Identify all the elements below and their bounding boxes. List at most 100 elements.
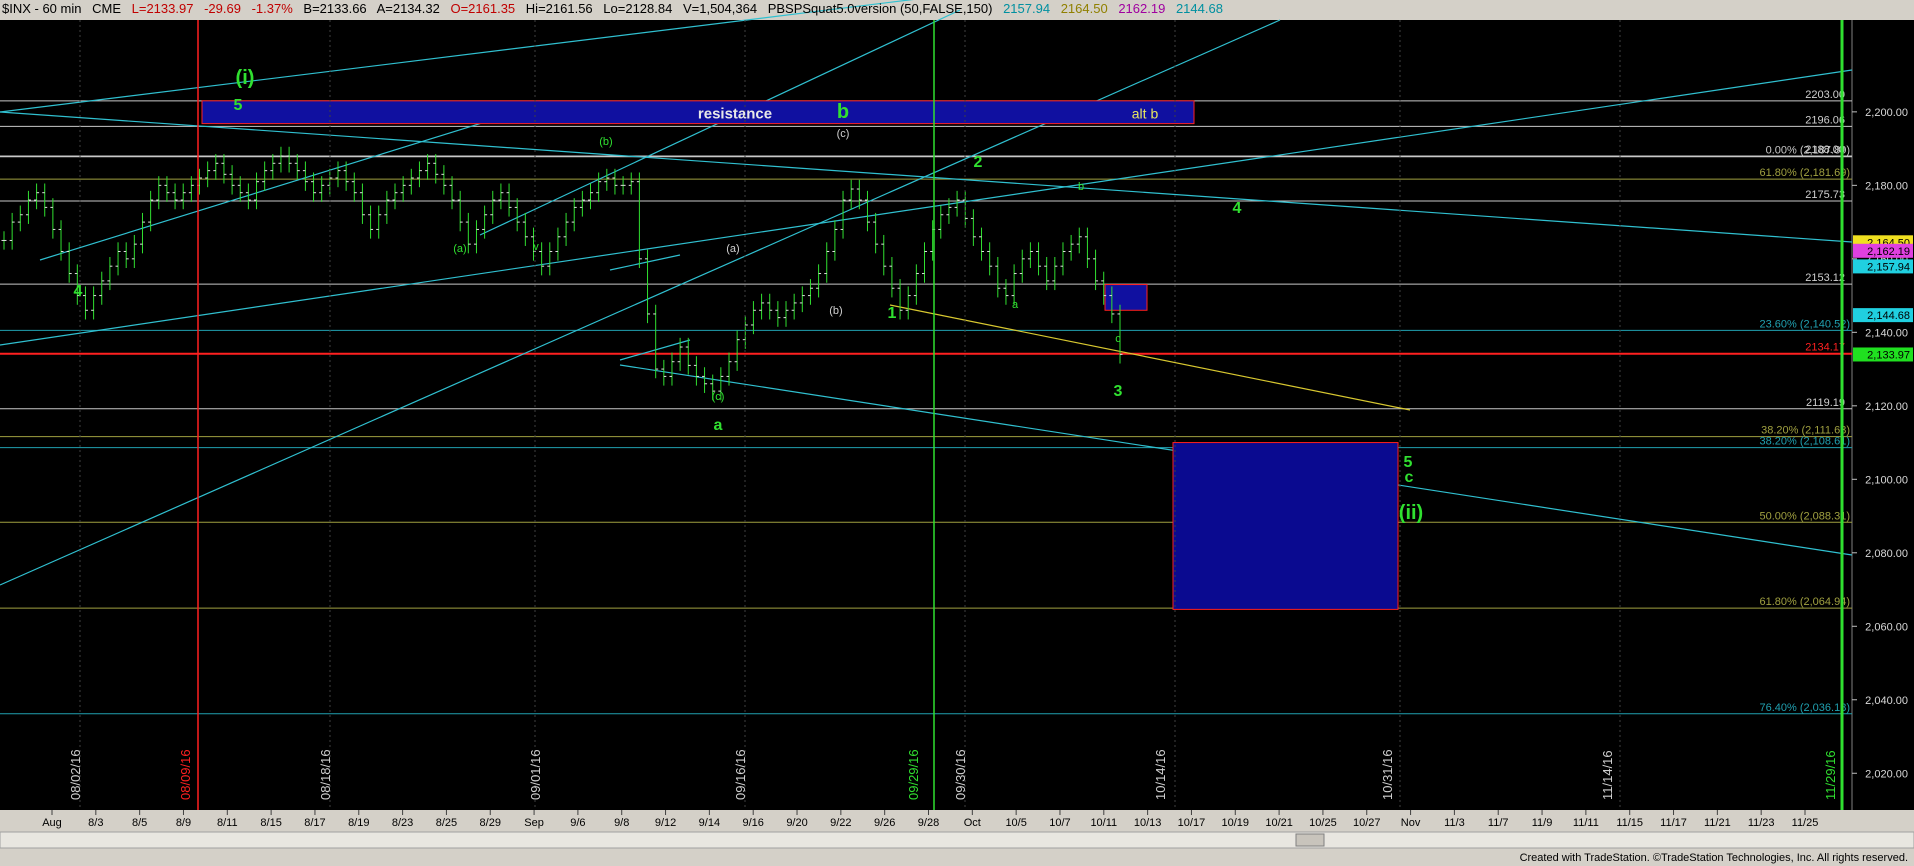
wave-label: 2	[974, 154, 983, 171]
x-tick-label: 10/11	[1090, 817, 1117, 829]
vertical-date-label: 09/01/16	[528, 749, 543, 800]
vertical-date-label: 11/29/16	[1823, 750, 1838, 800]
x-tick-label: Nov	[1401, 817, 1421, 829]
open-price: O=2161.35	[450, 1, 516, 16]
x-tick-label: 11/25	[1792, 817, 1819, 829]
x-tick-label: 9/8	[614, 817, 629, 829]
exchange-label: CME	[92, 1, 121, 16]
wave-label: c	[1405, 469, 1414, 486]
fib-label: 0.00% (2,187.80)	[1766, 145, 1850, 157]
bid-price: B=2133.66	[303, 1, 367, 16]
x-tick-label: 10/25	[1309, 817, 1337, 829]
wave-label: 3	[1114, 383, 1123, 400]
wave-label: (c)	[712, 391, 725, 403]
x-tick-label: 10/5	[1005, 817, 1026, 829]
price-tag-label: 2,133.97	[1867, 349, 1910, 361]
x-tick-label: 8/25	[436, 817, 457, 829]
y-tick-label: 2,040.00	[1865, 695, 1908, 707]
vertical-date-label: 11/14/16	[1600, 750, 1615, 800]
fib-label: 50.00% (2,088.31)	[1759, 510, 1850, 522]
y-tick-label: 2,080.00	[1865, 548, 1908, 560]
wave-label: b	[837, 101, 849, 123]
y-tick-label: 2,200.00	[1865, 107, 1908, 119]
x-tick-label: 9/6	[570, 817, 585, 829]
study-value-1: 2157.94	[1003, 1, 1051, 16]
study-name: PBSPSquat5.0version (50,FALSE,150)	[767, 1, 993, 16]
x-tick-label: 8/29	[480, 817, 501, 829]
level-label: 2175.73	[1805, 189, 1845, 201]
x-tick-label: 11/23	[1748, 817, 1775, 829]
vertical-date-label: 09/30/16	[953, 749, 968, 800]
wave-label: (b)	[599, 136, 612, 148]
wave-label: (b)	[829, 305, 842, 317]
study-value-4: 2144.68	[1175, 1, 1223, 16]
y-tick-label: 2,180.00	[1865, 180, 1908, 192]
x-tick-label: 8/19	[348, 817, 369, 829]
x-tick-label: 10/21	[1265, 817, 1293, 829]
price-tag-label: 2,162.19	[1867, 246, 1910, 258]
x-tick-label: Oct	[964, 817, 981, 829]
target-zone-box	[1172, 442, 1399, 610]
x-tick-label: 9/28	[918, 817, 939, 829]
level-label: 2119.19	[1806, 397, 1845, 409]
x-tick-label: 10/7	[1049, 817, 1070, 829]
x-tick-label: 8/17	[304, 817, 325, 829]
wave-label: a	[714, 417, 723, 434]
wave-label: (i)	[236, 67, 255, 89]
vertical-date-label: 08/18/16	[318, 749, 333, 800]
resistance-label: resistance	[698, 106, 772, 123]
level-label: 2196.06	[1805, 114, 1845, 126]
x-tick-label: 8/9	[176, 817, 191, 829]
fib-label: 23.60% (2,140.52)	[1759, 318, 1850, 330]
wave-label: v	[533, 241, 539, 253]
wave-label: 1	[888, 305, 897, 322]
wave-label: (ii)	[1399, 502, 1423, 524]
x-tick-label: 11/21	[1704, 817, 1731, 829]
wave-label: (a)	[453, 243, 466, 255]
scrollbar[interactable]	[0, 831, 1914, 849]
last-price: L=2133.97	[131, 1, 194, 16]
alt-b-label: alt b	[1132, 106, 1159, 122]
price-tag-label: 2,144.68	[1867, 310, 1910, 322]
price-axis	[1852, 20, 1914, 810]
wave-label: (a)	[726, 243, 739, 255]
x-tick-label: 10/13	[1134, 817, 1162, 829]
wave-label: 4	[74, 283, 83, 300]
x-tick-label: 9/16	[742, 817, 763, 829]
study-value-2: 2164.50	[1060, 1, 1108, 16]
level-label: 2203.00	[1805, 89, 1845, 101]
wave-label: b	[1078, 181, 1084, 193]
price-tag-label: 2,157.94	[1867, 261, 1910, 273]
vertical-date-label: 09/29/16	[906, 749, 921, 800]
x-tick-label: 9/20	[786, 817, 807, 829]
x-tick-label: 10/19	[1222, 817, 1250, 829]
scrollbar-thumb[interactable]	[1295, 833, 1325, 847]
wave-label: (c)	[837, 128, 850, 140]
x-tick-label: 9/14	[699, 817, 720, 829]
x-tick-label: Sep	[524, 817, 544, 829]
header-readout: $INX - 60 min CME L=2133.97 -29.69 -1.37…	[2, 1, 1230, 19]
x-tick-label: 8/3	[88, 817, 103, 829]
x-tick-label: 11/17	[1660, 817, 1687, 829]
net-change: -29.69	[204, 1, 241, 16]
y-tick-label: 2,060.00	[1865, 621, 1908, 633]
x-tick-label: 11/11	[1573, 817, 1599, 829]
vertical-date-label: 10/14/16	[1153, 749, 1168, 800]
vertical-date-label: 08/09/16	[178, 749, 193, 800]
wave-label: c	[1115, 333, 1121, 345]
wave-label: 5	[234, 97, 243, 114]
target-small-box	[1104, 284, 1148, 311]
high-price: Hi=2161.56	[525, 1, 593, 16]
x-tick-label: Aug	[42, 817, 62, 829]
x-tick-label: 8/15	[260, 817, 281, 829]
wave-label: 4	[1233, 200, 1242, 217]
y-tick-label: 2,140.00	[1865, 327, 1908, 339]
x-tick-label: 9/12	[655, 817, 676, 829]
price-chart: 2203.002196.062188.002175.732153.122119.…	[0, 0, 1914, 866]
x-tick-label: 8/23	[392, 817, 413, 829]
level-label: 2134.17	[1805, 342, 1845, 354]
x-tick-label: 9/22	[830, 817, 851, 829]
symbol-label: $INX - 60 min	[2, 1, 82, 16]
fib-label: 76.40% (2,036.18)	[1759, 702, 1850, 714]
x-tick-label: 11/3	[1444, 817, 1465, 829]
